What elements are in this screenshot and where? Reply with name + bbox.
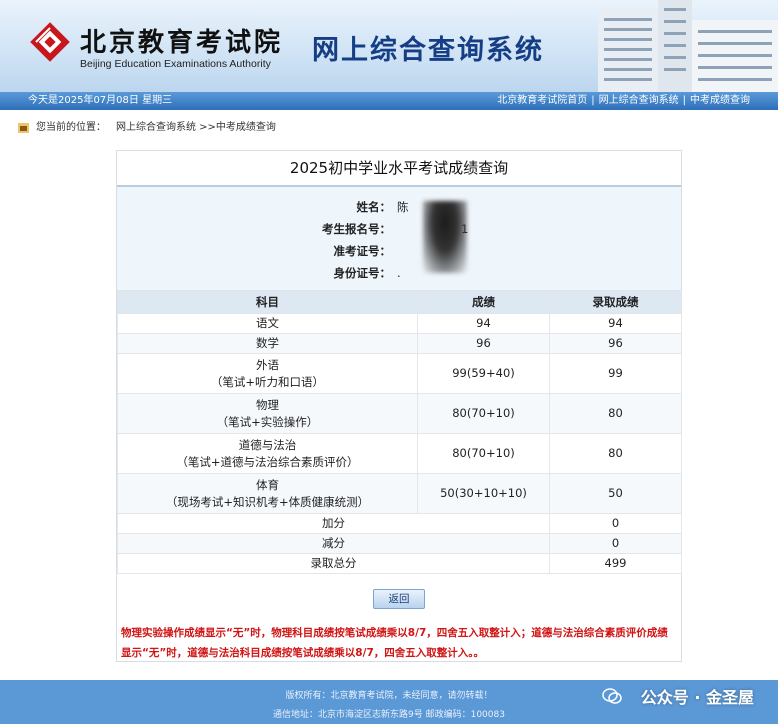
score-table-header: 科目 成绩 录取成绩	[117, 290, 682, 314]
score-cell: 50(30+10+10)	[417, 473, 550, 514]
info-value: 陈	[397, 200, 409, 214]
result-title: 2025初中学业水平考试成绩查询	[117, 151, 681, 187]
subject-name: 数学	[256, 336, 279, 350]
info-row-id: 身份证号： .	[117, 263, 681, 283]
redaction-blur	[423, 201, 467, 273]
authority-logo-icon	[30, 22, 70, 62]
building-illustration	[598, 0, 778, 92]
button-row: 返回	[117, 589, 681, 609]
org-name-en: Beijing Education Examinations Authority	[80, 58, 271, 70]
admit-cell: 50	[549, 473, 682, 514]
student-info: 姓名： 陈 考生报名号： 1 准考证号： 身份证号： .	[117, 187, 681, 290]
admit-cell: 99	[549, 353, 682, 394]
subject-detail: （笔试+实验操作）	[216, 414, 319, 429]
scoring-notice: 物理实验操作成绩显示“无”时，物理科目成绩按笔试成绩乘以8/7，四舍五入取整计入…	[121, 627, 668, 659]
back-button[interactable]: 返回	[373, 589, 425, 609]
info-row-registration: 考生报名号： 1	[117, 219, 681, 239]
table-row: 语文 94 94	[117, 313, 682, 334]
col-score: 成绩	[417, 290, 550, 314]
subject-detail: （现场考试+知识机考+体质健康统测）	[165, 494, 370, 509]
top-nav-bar: 今天是2025年07月08日 星期三 北京教育考试院首页 | 网上综合查询系统 | 中考…	[0, 92, 778, 110]
subject-name: 物理	[256, 397, 279, 412]
subject-detail: （笔试+听力和口语）	[210, 374, 325, 389]
subject-name: 减分	[117, 533, 550, 554]
col-subject: 科目	[117, 290, 418, 314]
admit-cell: 94	[549, 313, 682, 334]
admit-cell: 96	[549, 333, 682, 354]
top-nav-links: 北京教育考试院首页 | 网上综合查询系统 | 中考成绩查询	[497, 95, 750, 106]
info-row-ticket: 准考证号：	[117, 241, 681, 261]
nav-link-query-system[interactable]: 网上综合查询系统	[599, 95, 679, 106]
breadcrumb: 您当前的位置： 网上综合查询系统 >>中考成绩查询	[0, 118, 778, 138]
admit-cell: 499	[549, 553, 682, 574]
admit-cell: 0	[549, 533, 682, 554]
table-row: 减分 0	[117, 533, 682, 554]
org-name-cn: 北京教育考试院	[80, 28, 284, 58]
info-label: 考生报名号：	[322, 222, 391, 236]
table-row: 物理 （笔试+实验操作） 80(70+10) 80	[117, 393, 682, 434]
result-card: 2025初中学业水平考试成绩查询 姓名： 陈 考生报名号： 1 准考证号： 身份…	[116, 150, 682, 662]
col-admit-score: 录取成绩	[549, 290, 682, 314]
score-cell: 99(59+40)	[417, 353, 550, 394]
watermark-text: 公众号 · 金圣屋	[640, 688, 754, 707]
table-row: 录取总分 499	[117, 553, 682, 574]
table-row: 加分 0	[117, 513, 682, 534]
admit-cell: 0	[549, 513, 682, 534]
nav-link-home[interactable]: 北京教育考试院首页	[497, 95, 587, 106]
header-banner: 北京教育考试院 Beijing Education Examinations A…	[0, 0, 778, 92]
footer-address: 通信地址：北京市海淀区志新东路9号 邮政编码：100083	[273, 710, 505, 720]
info-label: 准考证号：	[333, 244, 392, 258]
subject-detail: （笔试+道德与法治综合素质评价）	[176, 454, 359, 469]
nav-link-score-query[interactable]: 中考成绩查询	[690, 95, 750, 106]
subject-name: 加分	[117, 513, 550, 534]
breadcrumb-path[interactable]: 网上综合查询系统 >>中考成绩查询	[116, 122, 276, 133]
score-cell: 80(70+10)	[417, 433, 550, 474]
table-row: 数学 96 96	[117, 333, 682, 354]
info-label: 姓名：	[356, 200, 392, 214]
score-cell: 96	[417, 333, 550, 354]
subject-name: 道德与法治	[238, 437, 297, 452]
current-date: 今天是2025年07月08日 星期三	[28, 95, 173, 106]
subject-name: 录取总分	[117, 553, 550, 574]
admit-cell: 80	[549, 393, 682, 434]
wechat-icon	[602, 688, 622, 704]
info-value: .	[397, 266, 401, 280]
score-cell: 80(70+10)	[417, 393, 550, 434]
table-row: 外语 （笔试+听力和口语） 99(59+40) 99	[117, 353, 682, 394]
table-row: 体育 （现场考试+知识机考+体质健康统测） 50(30+10+10) 50	[117, 473, 682, 514]
admit-cell: 80	[549, 433, 682, 474]
score-cell: 94	[417, 313, 550, 334]
table-row: 道德与法治 （笔试+道德与法治综合素质评价） 80(70+10) 80	[117, 433, 682, 474]
system-title: 网上综合查询系统	[312, 35, 544, 66]
subject-name: 外语	[256, 357, 279, 372]
info-label: 身份证号：	[333, 266, 392, 280]
info-row-name: 姓名： 陈	[117, 197, 681, 217]
subject-name: 体育	[256, 477, 279, 492]
location-icon	[18, 123, 29, 133]
score-table: 科目 成绩 录取成绩 语文 94 94 数学 96 96 外语 （笔试+听力和口语…	[117, 290, 682, 574]
subject-name: 语文	[256, 316, 279, 330]
breadcrumb-label: 您当前的位置：	[36, 122, 106, 133]
